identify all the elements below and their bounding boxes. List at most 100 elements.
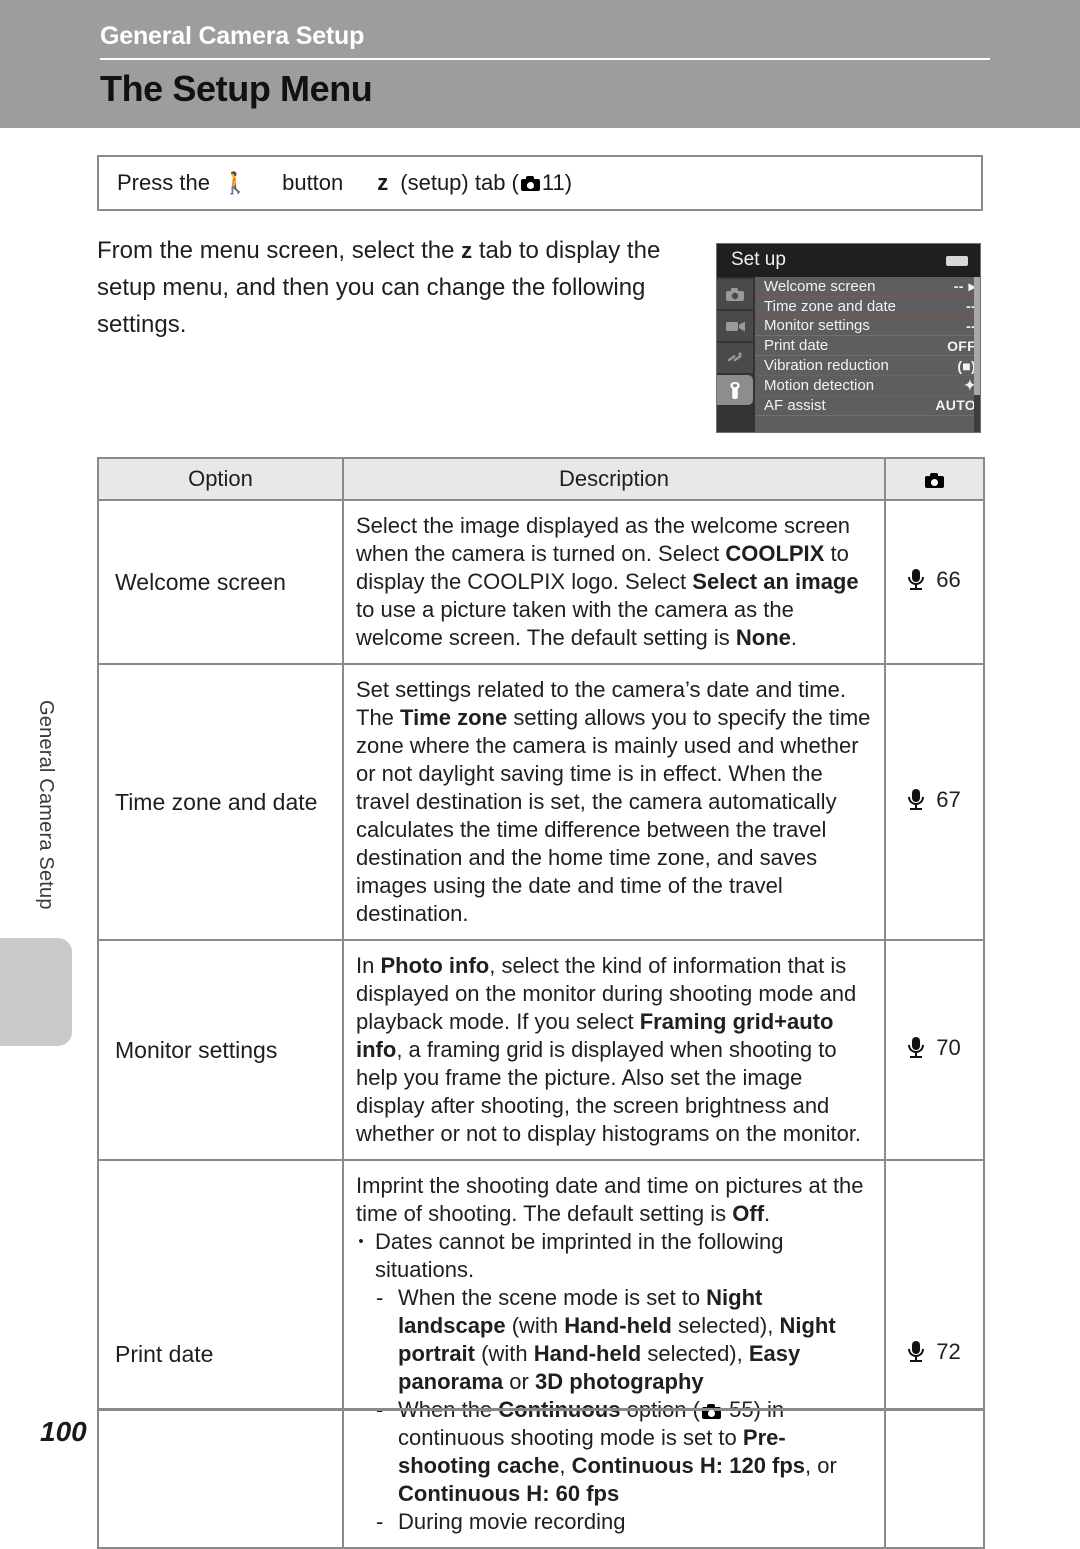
menu-button-icon: 🚶	[221, 170, 249, 195]
emphasis-text: Select an image	[692, 569, 859, 594]
column-header-description: Description	[342, 457, 886, 501]
emphasis-text: Continuous H: 120 fps	[571, 1453, 806, 1478]
option-name: Welcome screen	[97, 499, 344, 665]
camera-tab-column	[717, 277, 755, 432]
option-name: Print date	[97, 1159, 344, 1549]
intro-tab-glyph: z	[461, 238, 473, 263]
footer-divider	[97, 1408, 983, 1411]
dash-icon: -	[376, 1396, 388, 1508]
battery-icon	[946, 256, 968, 266]
page-title: The Setup Menu	[100, 68, 373, 109]
print-date-dash-text: During movie recording	[398, 1508, 625, 1536]
camera-menu-item-label: Monitor settings	[764, 317, 870, 335]
print-date-dash-item: - When the scene mode is set to Night la…	[356, 1284, 872, 1396]
body-text: setting allows you to specify the time z…	[356, 705, 871, 926]
camera-menu-item-label: Welcome screen	[764, 277, 876, 295]
table-header-row: Option Description	[97, 457, 985, 501]
camera-ref-icon	[701, 1404, 721, 1419]
camera-tab-setup[interactable]	[717, 375, 753, 405]
camera-tab-shooting[interactable]	[717, 279, 753, 309]
emphasis-text: Hand-held	[533, 1341, 642, 1366]
camera-menu-item[interactable]: Motion detection ✦	[755, 376, 980, 396]
side-tab-label: General Camera Setup	[35, 700, 57, 910]
body-text: or	[503, 1369, 535, 1394]
camera-menu-item-value: -- ▸	[954, 279, 976, 293]
camera-screen-titlebar: Set up	[717, 244, 980, 277]
intro-part1: From the menu screen, select the	[97, 237, 462, 264]
header-divider	[100, 58, 990, 60]
option-description: Set settings related to the camera’s dat…	[342, 663, 886, 941]
camera-menu-scrollbar[interactable]	[974, 277, 980, 432]
instruction-text: Press the 🚶 button z (setup) tab ( 11 )	[117, 170, 572, 196]
body-text: In	[356, 953, 381, 978]
option-name: Monitor settings	[97, 939, 344, 1161]
camera-menu-item[interactable]: Time zone and date --	[755, 297, 980, 317]
reference-book-icon	[908, 1037, 925, 1059]
button-word-label: button	[282, 170, 344, 195]
body-text: .	[764, 1201, 771, 1226]
camera-tab-movie[interactable]	[717, 311, 753, 341]
body-text: .	[790, 625, 798, 650]
camera-menu-list: Welcome screen -- ▸ Time zone and date -…	[755, 277, 980, 432]
table-row: Time zone and date Set settings related …	[97, 663, 985, 941]
print-date-bullet-text: Dates cannot be imprinted in the followi…	[375, 1229, 784, 1282]
body-text: , a framing grid is displayed when shoot…	[356, 1037, 862, 1146]
body-text: (with	[475, 1341, 534, 1366]
camera-menu-item[interactable]: Print date OFF	[755, 336, 980, 357]
camera-screen-title: Set up	[731, 249, 786, 270]
camera-menu-item-label: Print date	[764, 337, 829, 355]
reference-book-icon	[908, 569, 925, 591]
emphasis-text: Continuous H: 60 fps	[398, 1481, 620, 1506]
camera-menu-scrollbar-thumb[interactable]	[974, 277, 980, 395]
reference-page-number: 72	[936, 1339, 961, 1364]
emphasis-text: 3D photography	[534, 1369, 704, 1394]
camera-tab-effects[interactable]	[717, 343, 753, 373]
option-description: Imprint the shooting date and time on pi…	[342, 1159, 886, 1549]
reference-cell: 67	[884, 663, 985, 941]
press-the-label: Press the	[117, 170, 210, 195]
emphasis-text: COOLPIX	[725, 541, 825, 566]
reference-cell: 70	[884, 939, 985, 1161]
close-paren: )	[564, 170, 573, 195]
reference-cell: 66	[884, 499, 985, 665]
page-header-band: General Camera Setup The Setup Menu	[0, 0, 1080, 128]
reference-cell: 72	[884, 1159, 985, 1549]
camera-menu-screenshot: Set up Welcome screen -- ▸ Time zone and…	[716, 243, 981, 433]
body-text: ,	[559, 1453, 572, 1478]
camera-menu-item-label: Motion detection	[764, 376, 875, 394]
column-header-option: Option	[97, 457, 344, 501]
dash-icon: -	[376, 1285, 384, 1310]
camera-menu-item[interactable]: Welcome screen -- ▸	[755, 277, 980, 297]
camera-menu-item-label: AF assist	[764, 396, 826, 414]
print-date-dash-text: When the scene mode is set to Night land…	[398, 1284, 872, 1396]
instruction-box: Press the 🚶 button z (setup) tab ( 11 )	[97, 155, 983, 211]
table-row: Print date Imprint the shooting date and…	[97, 1159, 985, 1549]
emphasis-text: Off	[732, 1201, 765, 1226]
table-row: Monitor settings In Photo info, select t…	[97, 939, 985, 1161]
reference-page-number: 66	[936, 567, 961, 592]
camera-menu-item-label: Time zone and date	[764, 297, 897, 315]
intro-paragraph: From the menu screen, select the z tab t…	[97, 232, 697, 343]
option-name: Time zone and date	[97, 663, 344, 941]
emphasis-text: Time zone	[400, 705, 508, 730]
body-text: selected),	[641, 1341, 749, 1366]
body-text: Imprint the shooting date and time on pi…	[356, 1173, 864, 1226]
column-header-reference	[884, 457, 985, 501]
camera-menu-item[interactable]: AF assist AUTO	[755, 396, 980, 416]
emphasis-text: None	[735, 625, 791, 650]
emphasis-text: Hand-held	[564, 1313, 672, 1338]
page-number: 100	[40, 1416, 87, 1447]
reference-book-icon	[908, 789, 925, 811]
camera-menu-item-value: OFF	[947, 337, 976, 354]
print-date-intro: Imprint the shooting date and time on pi…	[356, 1172, 872, 1228]
reference-page-number: 67	[936, 787, 961, 812]
bullet-icon: •	[358, 1233, 364, 1250]
camera-ref-icon	[925, 473, 944, 488]
body-text: to use a picture taken with the camera a…	[356, 597, 794, 650]
camera-ref-icon	[520, 175, 540, 191]
print-date-bullet: • Dates cannot be imprinted in the follo…	[356, 1228, 872, 1284]
camera-menu-item[interactable]: Vibration reduction (■)	[755, 356, 980, 376]
camera-menu-item[interactable]: Monitor settings --	[755, 317, 980, 337]
emphasis-text: Photo info	[380, 953, 490, 978]
print-date-dash-item: - When the Continuous option ( 55) in co…	[356, 1396, 872, 1508]
